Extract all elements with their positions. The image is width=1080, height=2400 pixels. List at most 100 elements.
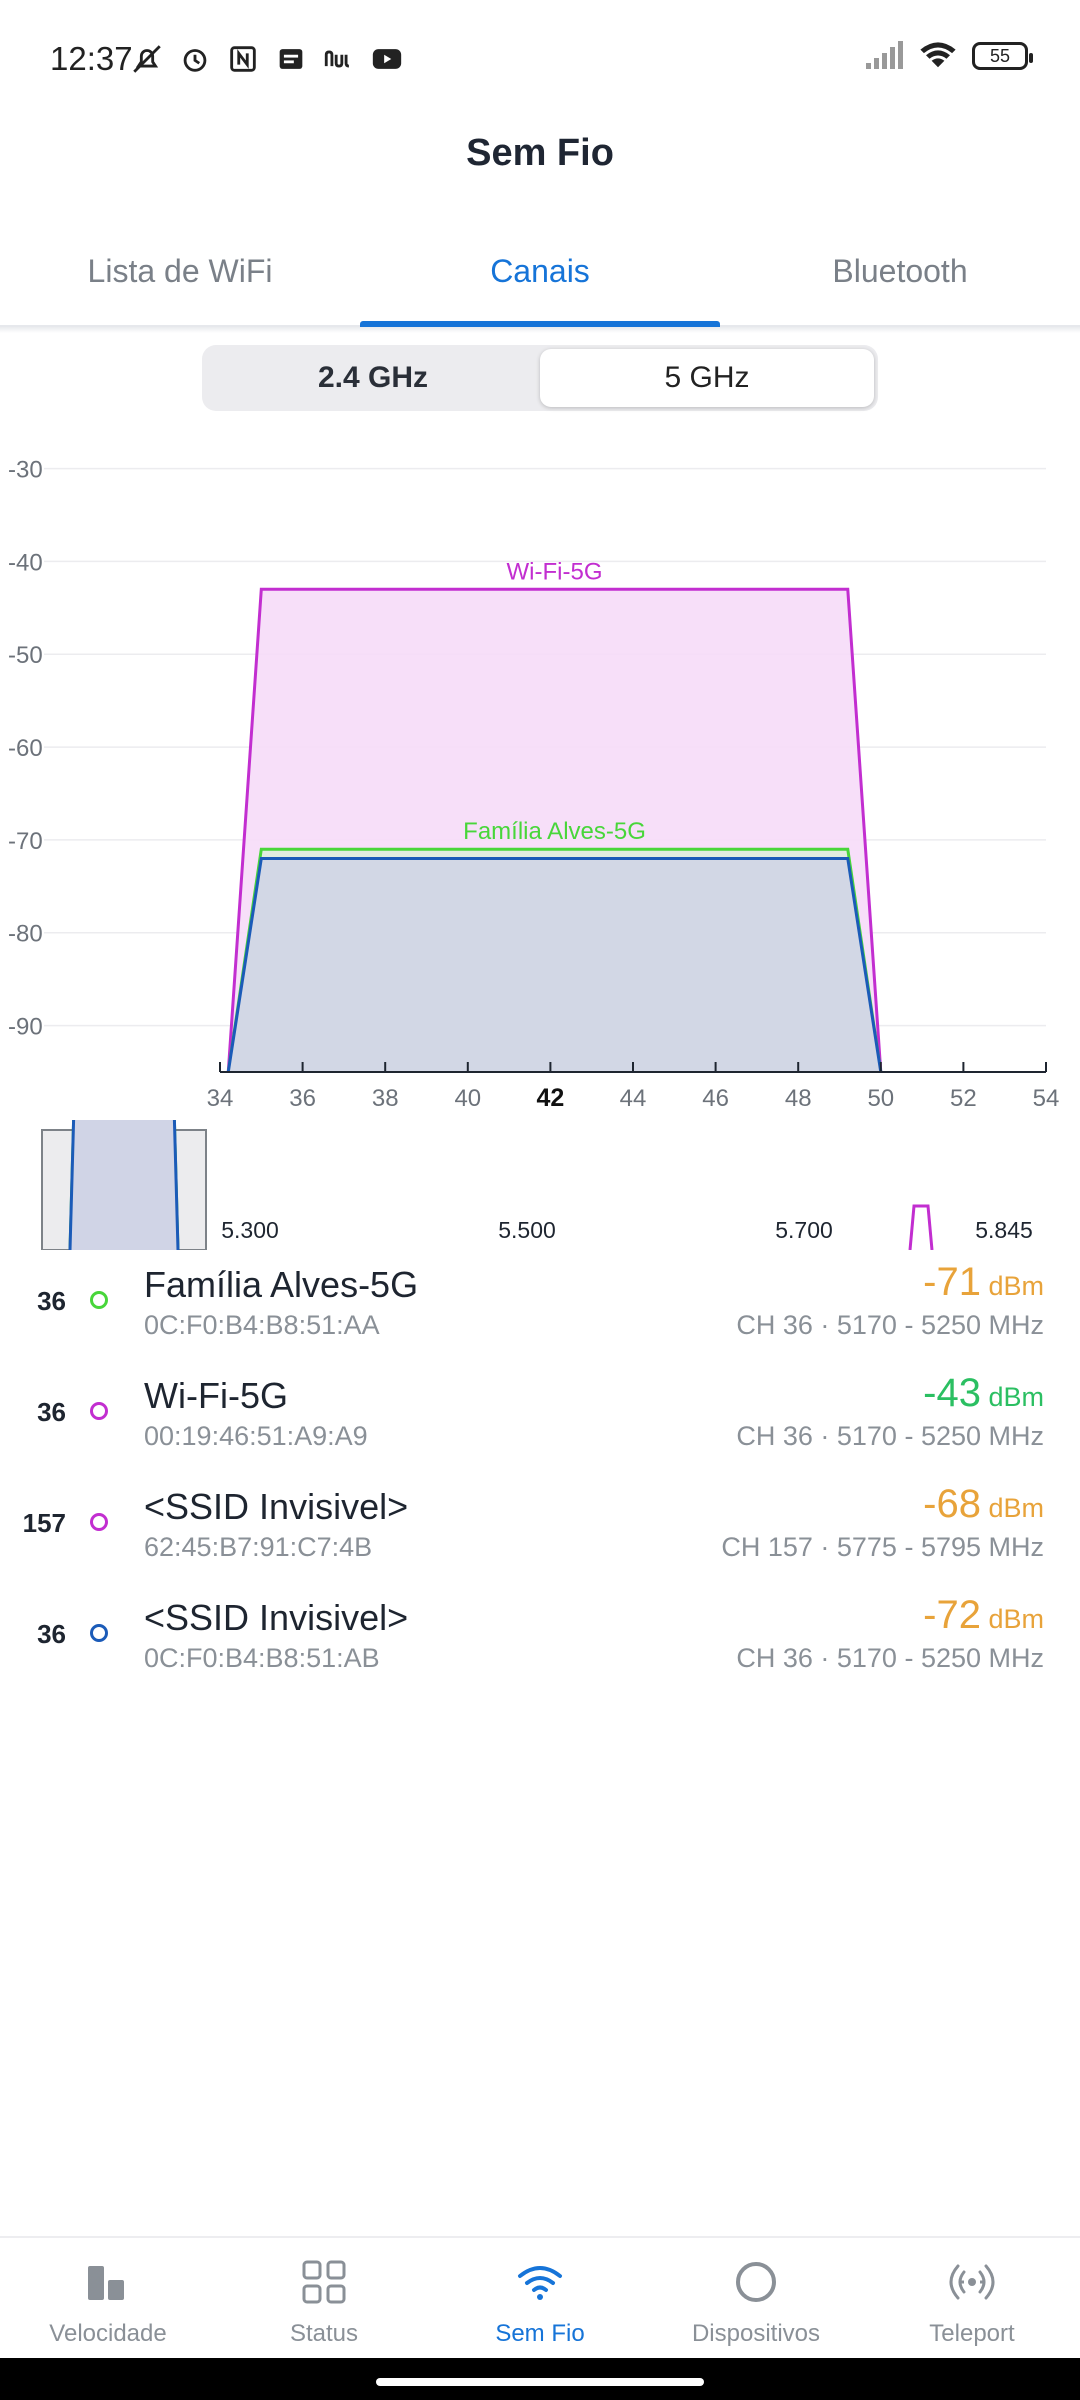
network-channel-info: CH 36 · 5170 - 5250 MHz xyxy=(736,1310,1044,1340)
network-row[interactable]: 36 Wi-Fi-5G 00:19:46:51:A9:A9 -43 dBm CH 36 … xyxy=(0,1371,1080,1482)
signal-unit: dBm xyxy=(980,1271,1044,1301)
network-channel: 36 xyxy=(37,1619,66,1649)
x-tick-label: 42 xyxy=(536,1084,564,1112)
network-channel-info: CH 36 · 5170 - 5250 MHz xyxy=(736,1643,1044,1673)
network-channel-info: CH 157 · 5775 - 5795 MHz xyxy=(721,1532,1044,1562)
freq-label: 5.845 xyxy=(975,1217,1033,1243)
nav-label: Sem Fio xyxy=(495,2320,585,2347)
nav-label: Dispositivos xyxy=(691,2320,821,2347)
y-tick-label: -80 xyxy=(8,921,43,948)
y-tick-label: -60 xyxy=(8,735,43,762)
network-channel: 36 xyxy=(37,1286,66,1316)
tab-wifi-list[interactable]: Lista de WiFi xyxy=(0,235,360,325)
x-tick-label: 36 xyxy=(289,1085,316,1112)
y-tick-label: -90 xyxy=(8,1014,43,1041)
network-mac: 0C:F0:B4:B8:51:AA xyxy=(144,1310,380,1340)
network-signal: -71 dBm xyxy=(923,1260,1044,1305)
x-tick-label: 40 xyxy=(454,1085,481,1112)
network-ssid: Wi-Fi-5G xyxy=(144,1375,288,1416)
alarm-icon xyxy=(183,49,207,72)
y-tick-label: -40 xyxy=(8,549,43,576)
signal-unit: dBm xyxy=(980,1382,1044,1412)
band-5ghz-button[interactable]: 5 GHz xyxy=(540,349,874,407)
network-row[interactable]: 36 Família Alves-5G 0C:F0:B4:B8:51:AA -71 d… xyxy=(0,1260,1080,1371)
nav-velocidade[interactable]: Velocidade xyxy=(0,2238,216,2356)
freq-label: 5.700 xyxy=(775,1217,833,1243)
x-tick-label: 48 xyxy=(785,1085,812,1112)
signal-value: -68 xyxy=(923,1482,981,1526)
band-2-4ghz-button[interactable]: 2.4 GHz xyxy=(206,349,540,407)
x-tick-label: 38 xyxy=(372,1085,399,1112)
network-signal: -43 dBm xyxy=(923,1371,1044,1416)
series-label: Família Alves-5G xyxy=(463,818,646,845)
circle-icon xyxy=(736,2262,776,2302)
network-color-dot xyxy=(90,1291,108,1309)
mute-bell-icon xyxy=(133,45,161,73)
header-shadow xyxy=(0,327,1080,333)
network-ssid: <SSID Invisivel> xyxy=(144,1486,409,1527)
status-bar: 12:37 55 xyxy=(0,0,1080,120)
x-tick-label: 54 xyxy=(1033,1085,1060,1112)
wifi-icon xyxy=(518,2266,562,2300)
network-list: 36 Família Alves-5G 0C:F0:B4:B8:51:AA -71 d… xyxy=(0,1260,1080,1704)
network-channel-info: CH 36 · 5170 - 5250 MHz xyxy=(736,1421,1044,1451)
teleport-icon xyxy=(949,2264,995,2300)
network-ssid: Família Alves-5G xyxy=(144,1264,419,1305)
signal-value: -71 xyxy=(923,1260,981,1304)
cell-signal-icon xyxy=(866,41,903,69)
signal-unit: dBm xyxy=(980,1493,1044,1523)
signal-value: -72 xyxy=(923,1593,981,1637)
signal-unit: dBm xyxy=(980,1604,1044,1634)
tab-bluetooth[interactable]: Bluetooth xyxy=(720,235,1080,325)
network-channel: 36 xyxy=(37,1397,66,1427)
bottom-nav: Velocidade Status Sem Fio Dispositivos T… xyxy=(0,2236,1080,2356)
network-row[interactable]: 36 <SSID Invisivel> 0C:F0:B4:B8:51:AB -72 d… xyxy=(0,1593,1080,1704)
series-label: Wi-Fi-5G xyxy=(507,558,603,585)
youtube-icon xyxy=(372,49,402,69)
channel-overview[interactable]: 5.300 5.500 5.700 5.845 xyxy=(0,1120,1080,1250)
wifi-status-icon xyxy=(920,42,956,68)
signal-value: -43 xyxy=(923,1371,981,1415)
network-ssid: <SSID Invisivel> xyxy=(144,1597,409,1638)
top-tabs: Lista de WiFi Canais Bluetooth xyxy=(0,235,1080,327)
nav-sem-fio[interactable]: Sem Fio xyxy=(432,2238,648,2356)
network-color-dot xyxy=(90,1624,108,1642)
nav-dispositivos[interactable]: Dispositivos xyxy=(648,2238,864,2356)
x-tick-label: 52 xyxy=(950,1085,977,1112)
network-signal: -72 dBm xyxy=(923,1593,1044,1638)
y-tick-label: -70 xyxy=(8,828,43,855)
network-color-dot xyxy=(90,1513,108,1531)
channel-chart: -30 -40 -50 -60 -70 -80 -90 Wi-Fi-5G Família Alv… xyxy=(8,457,1060,1112)
speed-bars-icon xyxy=(88,2266,124,2300)
nu-app-icon xyxy=(324,50,350,68)
battery-indicator: 55 xyxy=(972,42,1033,70)
message-icon xyxy=(279,49,303,69)
y-tick-label: -30 xyxy=(8,457,43,484)
home-indicator[interactable] xyxy=(376,2378,704,2386)
page-title: Sem Fio xyxy=(466,132,614,174)
band-toggle: 2.4 GHz 5 GHz xyxy=(202,345,878,411)
network-mac: 62:45:B7:91:C7:4B xyxy=(144,1532,373,1562)
gesture-bar xyxy=(0,2358,1080,2400)
mini-series xyxy=(68,1120,180,1250)
network-color-dot xyxy=(90,1402,108,1420)
nfc-icon xyxy=(230,46,256,72)
grid-icon xyxy=(302,2260,346,2304)
status-icons xyxy=(130,42,404,76)
y-tick-label: -50 xyxy=(8,642,43,669)
network-channel: 157 xyxy=(22,1508,66,1538)
x-tick-label: 44 xyxy=(620,1085,647,1112)
nav-status[interactable]: Status xyxy=(216,2238,432,2356)
network-row[interactable]: 157 <SSID Invisivel> 62:45:B7:91:C7:4B -68 … xyxy=(0,1482,1080,1593)
tab-channels[interactable]: Canais xyxy=(360,235,720,327)
x-tick-label: 34 xyxy=(207,1085,234,1112)
status-right: 55 xyxy=(864,40,1033,72)
x-tick-label: 46 xyxy=(702,1085,729,1112)
network-mac: 00:19:46:51:A9:A9 xyxy=(144,1421,368,1451)
nav-teleport[interactable]: Teleport xyxy=(864,2238,1080,2356)
freq-label: 5.300 xyxy=(221,1217,279,1243)
network-mac: 0C:F0:B4:B8:51:AB xyxy=(144,1643,380,1673)
nav-label: Status xyxy=(289,2320,359,2347)
freq-label: 5.500 xyxy=(498,1217,556,1243)
nav-label: Velocidade xyxy=(49,2320,167,2347)
